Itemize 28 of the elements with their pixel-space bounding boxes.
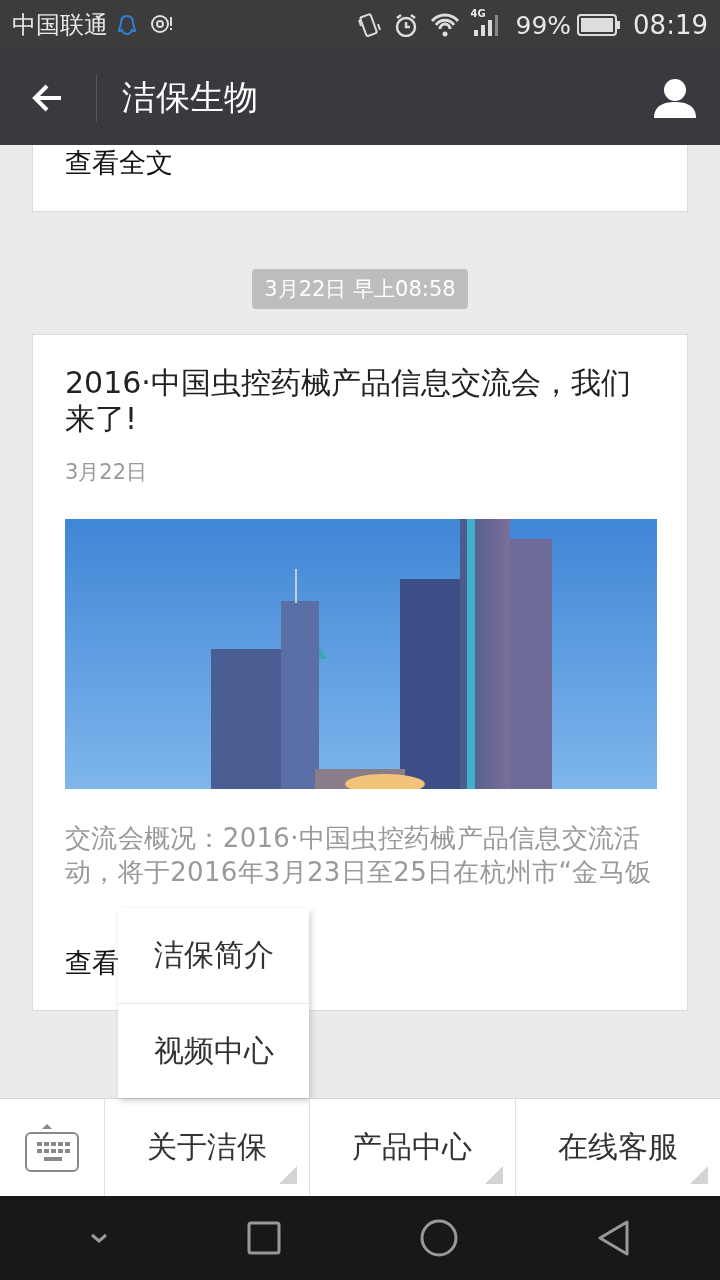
clock-time: 08:19 [633,10,708,40]
corner-triangle-icon [279,1166,298,1184]
radar-icon [150,14,174,36]
network-type: 4G [470,7,486,19]
circle-icon [420,1219,459,1257]
article-title: 2016·中国虫控药械产品信息交流会，我们来了! [65,365,632,437]
corner-triangle-icon [484,1166,503,1184]
message-time: 3月22日 早上08:58 [252,269,468,309]
keyboard-icon [25,1123,79,1172]
corner-triangle-icon [690,1166,708,1184]
submenu-item[interactable]: 洁保简介 [118,908,309,1003]
alarm-icon [394,13,419,37]
submenu-item[interactable]: 视频中心 [118,1003,309,1098]
article-date: 3月22日 [65,459,149,486]
square-icon [246,1221,281,1255]
article-summary: 交流会概况：2016·中国虫控药械产品信息交流活动，将于2016年3月23日至25日在杭州市“金马饭 [65,822,653,889]
triangle-icon [597,1220,631,1256]
carrier-name: 中国联通 [12,10,108,41]
person-icon [654,77,696,118]
vibrate-icon [357,12,383,38]
read-full-link[interactable]: 查看 [65,945,119,981]
chevron-down-icon [89,1232,108,1244]
wifi-icon [430,13,461,37]
battery-icon [577,14,622,36]
battery-percent: 99% [515,10,572,40]
read-full-link[interactable]: 查看全文 [65,145,173,181]
penguin-icon [116,13,138,37]
chat-title: 洁保生物 [122,75,259,119]
